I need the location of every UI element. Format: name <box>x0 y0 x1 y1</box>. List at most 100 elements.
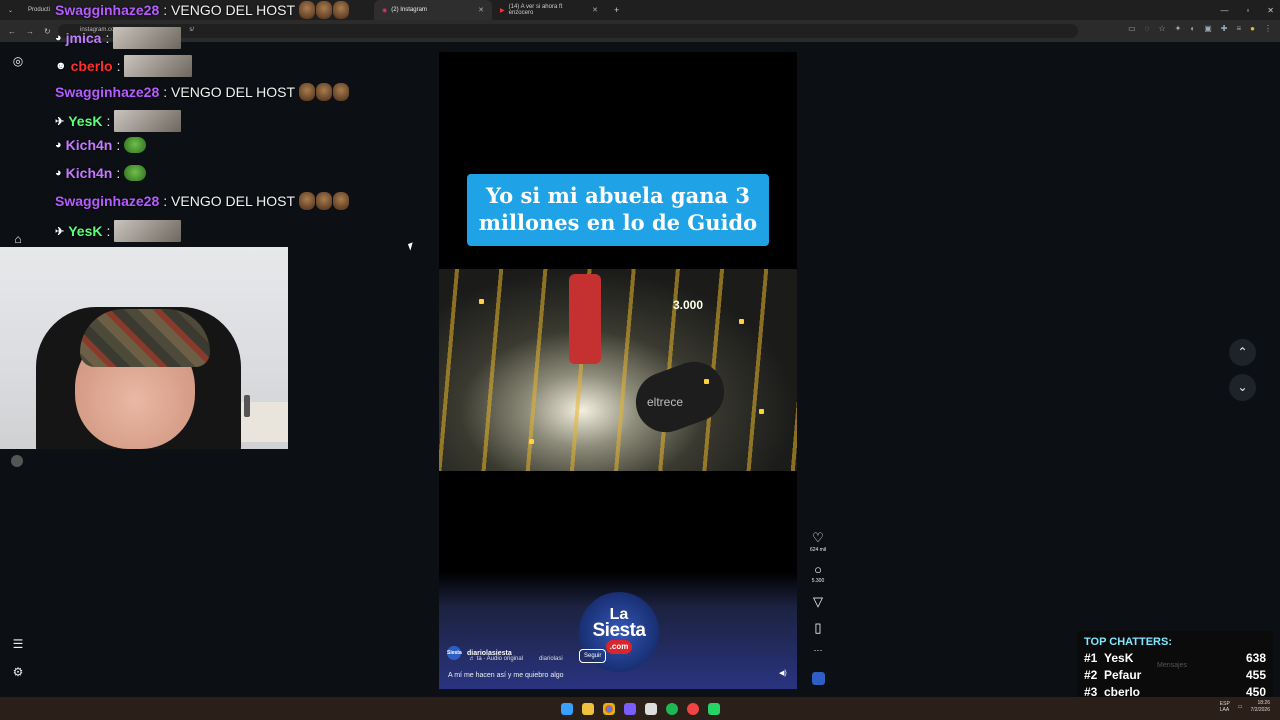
system-tray: ESP LAA ▭ 18:26 7/2/2026 <box>1220 700 1270 714</box>
chrome-icon[interactable] <box>602 702 615 715</box>
reel-video[interactable]: 3.000 eltrece <box>439 269 797 471</box>
audio-thumbnail[interactable] <box>808 672 828 688</box>
app-icon[interactable] <box>623 702 636 715</box>
more-options-button[interactable]: ··· <box>808 645 828 655</box>
bottle <box>244 395 250 417</box>
chat-emote <box>316 83 332 101</box>
close-window-icon[interactable]: ✕ <box>1267 6 1274 15</box>
chat-username[interactable]: Swagginhaze28 <box>55 2 159 18</box>
share-button[interactable]: ▽ <box>808 594 828 610</box>
new-tab-button[interactable]: + <box>606 0 626 20</box>
also-from-meta-icon[interactable]: ⚙ <box>11 665 25 679</box>
stage-lights <box>439 269 797 471</box>
clock-date: 7/2/2026 <box>1250 707 1270 713</box>
confetti <box>759 409 764 414</box>
audio-label[interactable]: ♬ ta · Audio original <box>469 656 523 662</box>
save-button[interactable]: ▯ <box>808 620 828 636</box>
chat-emote <box>299 83 315 101</box>
chat-image-emote <box>113 27 182 49</box>
menu-icon[interactable]: ☰ <box>11 637 25 651</box>
chat-emote <box>299 192 315 210</box>
chat-text: : VENGO DEL HOST <box>163 2 295 18</box>
obs-icon[interactable] <box>686 702 699 715</box>
home-icon[interactable]: ⌂ <box>11 232 25 246</box>
comment-button[interactable]: ○ 5.300 <box>808 562 828 584</box>
chevron-up-icon: ⌃ <box>1237 345 1248 359</box>
chat-emote <box>333 1 349 19</box>
sidebar-icon[interactable]: ▣ <box>1204 24 1212 33</box>
like-button[interactable]: ♡ 624 mil <box>808 530 828 553</box>
chat-emote <box>316 1 332 19</box>
profile-avatar[interactable] <box>11 455 23 467</box>
chat-emotes <box>299 83 349 101</box>
eye-off-icon[interactable]: ◌ <box>1145 24 1150 33</box>
profile-avatar[interactable]: ● <box>1250 24 1255 33</box>
tab-instagram[interactable]: ◉ (2) Instagram ✕ <box>374 0 492 20</box>
extension-icon[interactable]: ◐ <box>1190 24 1195 33</box>
clock[interactable]: 18:26 7/2/2026 <box>1251 700 1270 714</box>
downloads-icon[interactable]: ≡ <box>1236 24 1241 33</box>
chat-username[interactable]: Kich4n <box>66 165 113 181</box>
tab-label: (2) Instagram <box>391 7 427 13</box>
instagram-logo-icon[interactable]: ◎ <box>11 54 25 68</box>
extension-icon[interactable]: ✦ <box>1175 24 1182 33</box>
notes-icon[interactable] <box>644 702 657 715</box>
top-chatter-row: #2 Pefaur 455 <box>1084 668 1266 682</box>
next-reel-button[interactable]: ⌄ <box>1229 374 1256 401</box>
tab-youtube[interactable]: ▶ (14) A ver si ahora ft enzocero ✕ <box>492 0 606 20</box>
file-explorer-icon[interactable] <box>581 702 594 715</box>
account-avatar[interactable]: Siesta <box>447 646 462 660</box>
chat-message: ◕ Kich4n: <box>55 165 147 181</box>
previous-reel-button[interactable]: ⌃ <box>1229 339 1256 366</box>
chat-username[interactable]: jmica <box>66 30 102 46</box>
kick-icon[interactable] <box>707 702 720 715</box>
chat-username[interactable]: Kich4n <box>66 137 113 153</box>
top-chatters-title: TOP CHATTERS: <box>1084 636 1173 648</box>
reel-player[interactable]: Yo si mi abuela gana 3 millones en lo de… <box>439 52 797 689</box>
minimize-icon[interactable]: — <box>1220 6 1228 15</box>
reload-icon[interactable]: ↻ <box>44 27 51 36</box>
windows-start-icon[interactable] <box>560 702 573 715</box>
webcam-feed <box>0 247 288 449</box>
close-tab-icon[interactable]: ✕ <box>478 6 484 14</box>
person-standing <box>569 274 601 364</box>
maximize-icon[interactable]: ▫ <box>1246 6 1249 15</box>
chat-text: : <box>116 165 121 181</box>
tab-search-button[interactable]: ⌄ <box>0 0 20 20</box>
taskbar <box>0 697 1280 720</box>
forward-icon[interactable]: → <box>26 27 34 36</box>
comment-icon: ○ <box>814 562 822 577</box>
cast-icon[interactable]: ▭ <box>1128 24 1136 33</box>
chat-username[interactable]: YesK <box>68 223 102 239</box>
mouse-cursor <box>407 242 416 251</box>
chat-username[interactable]: Swagginhaze28 <box>55 84 159 100</box>
menu-kebab-icon[interactable]: ⋮ <box>1264 24 1272 33</box>
audio-label-2[interactable]: diariolasi <box>539 656 563 662</box>
language-indicator[interactable]: ESP LAA <box>1220 701 1230 713</box>
chat-username[interactable]: Swagginhaze28 <box>55 193 159 209</box>
follow-button[interactable]: Seguir <box>579 649 607 663</box>
spotify-icon[interactable] <box>665 702 678 715</box>
volume-icon[interactable]: ◀) <box>779 669 787 677</box>
chat-image-emote <box>124 55 193 77</box>
audio-thumbnail-icon <box>811 672 825 685</box>
extensions-puzzle-icon[interactable]: ✚ <box>1221 24 1228 33</box>
screen: ⌄ Producti ◉ (2) Instagram ✕ ▶ (14) A ve… <box>0 0 1280 720</box>
reel-caption: Yo si mi abuela gana 3 millones en lo de… <box>467 174 769 246</box>
chat-text: : VENGO DEL HOST <box>163 84 295 100</box>
chat-badge-icon: ✈ <box>55 115 65 128</box>
network-icon[interactable]: ▭ <box>1238 704 1243 710</box>
chat-emotes <box>299 192 349 210</box>
close-tab-icon[interactable]: ✕ <box>592 6 598 14</box>
chat-text: : VENGO DEL HOST <box>163 193 295 209</box>
back-icon[interactable]: ← <box>8 27 16 36</box>
chat-emote <box>299 1 315 19</box>
bookmark-star-icon[interactable]: ☆ <box>1159 24 1166 33</box>
chat-username[interactable]: cberlo <box>71 58 113 74</box>
heart-icon: ♡ <box>812 530 824 545</box>
chatter-name: YesK <box>1104 651 1134 665</box>
address-bar[interactable]: instagram.com s/ <box>58 24 1078 38</box>
clock-time: 18:26 <box>1257 700 1270 706</box>
confetti <box>704 379 709 384</box>
chat-username[interactable]: YesK <box>68 113 102 129</box>
